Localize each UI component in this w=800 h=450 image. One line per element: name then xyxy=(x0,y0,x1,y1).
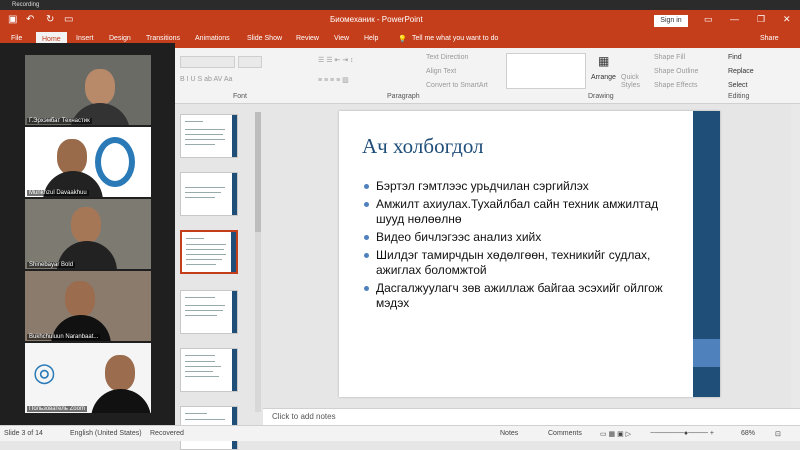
editor-scrollbar[interactable] xyxy=(791,104,800,408)
undo-icon[interactable]: ↶ xyxy=(26,14,34,25)
notes-button[interactable]: Notes xyxy=(500,430,518,437)
participant-tile[interactable]: Г.Эрхэмбат Технастик xyxy=(25,55,151,125)
tab-transitions[interactable]: Transitions xyxy=(146,35,180,42)
slide-thumbnails: 2 3 4 5 6 7 xyxy=(175,104,263,450)
slide-thumbnail[interactable]: 5 xyxy=(180,290,238,334)
tab-view[interactable]: View xyxy=(334,35,349,42)
bullet-item: Шилдэг тамирчдын хөдөлгөөн, техникийг су… xyxy=(362,248,682,278)
slide-thumbnail-selected[interactable]: 4 xyxy=(180,230,238,274)
minimize-icon[interactable]: — xyxy=(730,14,739,24)
participant-name: Shinebayar Bold xyxy=(27,262,76,268)
tab-review[interactable]: Review xyxy=(296,35,319,42)
quick-styles-button[interactable]: Quick Styles xyxy=(621,74,645,90)
editing-group-label: Editing xyxy=(728,93,750,100)
bullet-item: Амжилт ахиулах.Тухайлбал сайн техник амж… xyxy=(362,197,682,227)
tab-design[interactable]: Design xyxy=(109,35,131,42)
tab-help[interactable]: Help xyxy=(364,35,378,42)
replace-button[interactable]: Replace xyxy=(728,68,754,75)
tab-slide-show[interactable]: Slide Show xyxy=(247,35,282,42)
text-direction-button[interactable]: Text Direction xyxy=(426,54,468,61)
lightbulb-icon: 💡 xyxy=(398,36,407,43)
title-bar: ▣ ↶ ↻ ▭ Биомеханик - PowerPoint Sign in … xyxy=(0,10,800,32)
current-slide[interactable]: Ач холбогдол Бэртэл гэмтлээс урьдчилан с… xyxy=(339,111,720,397)
bullet-item: Бэртэл гэмтлээс урьдчилан сэргийлэх xyxy=(362,179,682,194)
recovered-label: Recovered xyxy=(150,430,184,437)
arrange-button[interactable]: Arrange xyxy=(591,74,616,81)
tab-file[interactable]: File xyxy=(11,35,22,42)
slideshow-icon[interactable]: ▭ xyxy=(64,14,73,25)
bullet-item: Дасгалжуулагч зөв ажиллаж байгаа эсэхийг… xyxy=(362,281,682,311)
notes-placeholder: Click to add notes xyxy=(272,412,336,421)
thumbnail-scrollbar[interactable] xyxy=(255,112,261,412)
slide-bullets[interactable]: Бэртэл гэмтлээс урьдчилан сэргийлэх Амжи… xyxy=(362,179,682,314)
shape-outline-button[interactable]: Shape Outline xyxy=(654,68,698,75)
font-size-dropdown[interactable] xyxy=(238,56,262,68)
align-text-button[interactable]: Align Text xyxy=(426,68,456,75)
recording-bar: Recording xyxy=(0,0,800,10)
shapes-gallery[interactable] xyxy=(506,53,586,89)
font-group-label: Font xyxy=(233,93,248,100)
font-name-dropdown[interactable] xyxy=(180,56,235,68)
view-buttons[interactable]: ▭ ▦ ▣ ▷ xyxy=(600,430,631,438)
fit-slide-icon[interactable]: ⊡ xyxy=(775,430,781,438)
zoom-level[interactable]: 68% xyxy=(741,430,755,437)
participant-name: Г.Эрхэмбат Технастик xyxy=(27,118,92,124)
slide-title[interactable]: Ач холбогдол xyxy=(362,134,484,159)
save-icon[interactable]: ▣ xyxy=(8,14,17,25)
recording-label: Recording xyxy=(12,2,40,8)
bullet-item: Видео бичлэгээс анализ хийх xyxy=(362,230,682,245)
sign-in-button[interactable]: Sign in xyxy=(654,15,688,27)
window-title: Биомеханик - PowerPoint xyxy=(330,15,423,24)
zoom-video-panel: Г.Эрхэмбат Технастик Munkhzul Davaakhuu … xyxy=(0,43,175,425)
shape-fill-button[interactable]: Shape Fill xyxy=(654,54,685,61)
comments-button[interactable]: Comments xyxy=(548,430,582,437)
participant-name: Пользователь Zoom xyxy=(27,406,87,412)
convert-smartart-button[interactable]: Convert to SmartArt xyxy=(426,82,488,89)
tell-me-search[interactable]: Tell me what you want to do xyxy=(412,35,498,42)
participant-tile[interactable]: Bukhchuluun Naranbaat... xyxy=(25,271,151,341)
participant-tile[interactable]: ◎ Пользователь Zoom xyxy=(25,343,151,413)
paragraph-group-label: Paragraph xyxy=(387,93,420,100)
ribbon-display-icon[interactable]: ▭ xyxy=(704,14,713,25)
slide-thumbnail[interactable]: 2 xyxy=(180,114,238,158)
notes-pane[interactable]: Click to add notes xyxy=(263,408,800,425)
participant-tile[interactable]: Munkhzul Davaakhuu xyxy=(25,127,151,197)
drawing-group-label: Drawing xyxy=(588,93,614,100)
tab-animations[interactable]: Animations xyxy=(195,35,230,42)
list-buttons[interactable]: ☰ ☰ ⇤ ⇥ ↕ xyxy=(318,56,354,64)
redo-icon[interactable]: ↻ xyxy=(46,14,54,25)
select-button[interactable]: Select xyxy=(728,82,747,89)
align-buttons[interactable]: ≡ ≡ ≡ ≡ ▥ xyxy=(318,76,349,84)
tab-insert[interactable]: Insert xyxy=(76,35,94,42)
close-icon[interactable]: ✕ xyxy=(783,14,791,25)
share-button[interactable]: Share xyxy=(760,35,779,42)
participant-name: Bukhchuluun Naranbaat... xyxy=(27,334,101,340)
restore-icon[interactable]: ❐ xyxy=(757,14,765,25)
participant-tile[interactable]: Shinebayar Bold xyxy=(25,199,151,269)
slide-accent-block xyxy=(693,339,720,367)
status-bar: Slide 3 of 14 English (United States) Re… xyxy=(0,425,800,441)
font-format-buttons[interactable]: B I U S ab AV Aa xyxy=(180,76,232,83)
slide-counter: Slide 3 of 14 xyxy=(4,430,43,437)
shape-effects-button[interactable]: Shape Effects xyxy=(654,82,697,89)
language-indicator[interactable]: English (United States) xyxy=(70,430,142,437)
slide-thumbnail[interactable]: 6 xyxy=(180,348,238,392)
slide-thumbnail[interactable]: 3 xyxy=(180,172,238,216)
arrange-icon[interactable]: ▦ xyxy=(598,54,609,68)
logo-icon: ◎ xyxy=(33,357,56,387)
participant-name: Munkhzul Davaakhuu xyxy=(27,190,89,196)
find-button[interactable]: Find xyxy=(728,54,742,61)
zoom-slider[interactable]: −──────●──── + xyxy=(650,430,714,437)
